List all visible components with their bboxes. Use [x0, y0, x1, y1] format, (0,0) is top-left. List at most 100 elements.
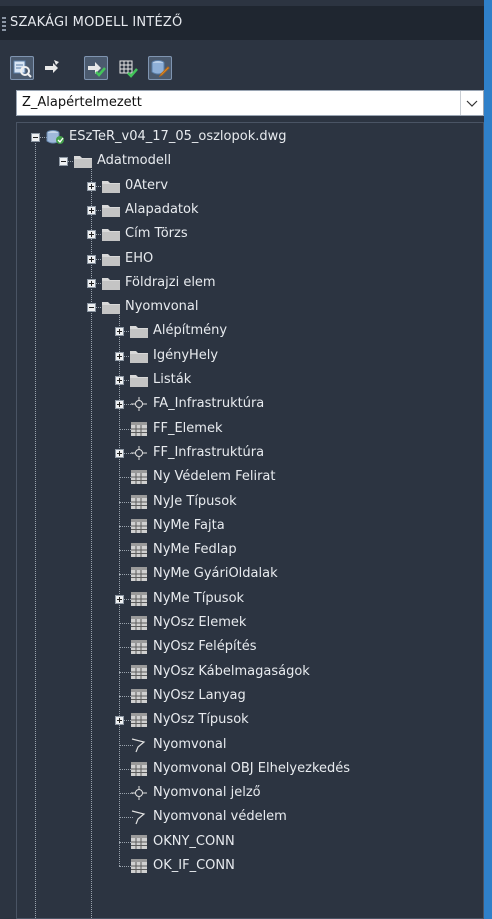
expand-icon[interactable]	[115, 594, 124, 604]
tree-node[interactable]: NyMe Fedlap	[17, 538, 477, 562]
tree-node-label[interactable]: FF_Infrastruktúra	[153, 445, 264, 460]
tree-node-label[interactable]: NyMe GyáriOldalak	[153, 566, 278, 581]
tree-node-label[interactable]: Alépítmény	[153, 323, 227, 338]
tree-node-label[interactable]: NyOsz Típusok	[153, 712, 249, 727]
collapse-icon[interactable]	[59, 157, 68, 167]
tree-node[interactable]: Nyomvonal	[17, 733, 477, 757]
dwg-database-icon	[45, 129, 65, 149]
tree-node-label[interactable]: Nyomvonal védelem	[153, 809, 287, 824]
tree-node-label[interactable]: NyOsz Felépítés	[153, 639, 257, 654]
search-database-icon	[13, 60, 32, 78]
chevron-down-icon[interactable]	[460, 91, 483, 115]
tree-node[interactable]: Adatmodell	[17, 149, 477, 173]
expand-icon[interactable]	[87, 205, 96, 215]
tree-node[interactable]: Alapadatok	[17, 198, 477, 222]
tree-node-label[interactable]: Nyomvonal	[125, 299, 199, 314]
tree-node-label[interactable]: ESzTeR_v04_17_05_oszlopok.dwg	[69, 129, 287, 144]
tree-node[interactable]: Listák	[17, 368, 477, 392]
expand-icon[interactable]	[87, 278, 96, 288]
tree-node-label[interactable]: Ny Védelem Felirat	[153, 469, 275, 484]
tree-node[interactable]: ESzTeR_v04_17_05_oszlopok.dwg	[17, 125, 477, 149]
check-arrows-icon	[88, 62, 106, 77]
tree-node-label[interactable]: FA_Infrastruktúra	[153, 396, 264, 411]
table-icon	[129, 591, 149, 611]
panel-titlebar[interactable]: SZAKÁGI MODELL INTÉZŐ	[0, 6, 484, 40]
grip-handle[interactable]	[2, 17, 6, 31]
tree-node-label[interactable]: Nyomvonal jelző	[153, 785, 261, 800]
arrows-button[interactable]	[40, 56, 64, 80]
tree-node-label[interactable]: NyMe Fedlap	[153, 542, 237, 557]
tree-node[interactable]: Alépítmény	[17, 319, 477, 343]
table-icon	[129, 858, 149, 878]
tree-node-label[interactable]: NyOsz Lanyag	[153, 688, 246, 703]
folder-icon	[101, 178, 121, 198]
tree-node[interactable]: NyMe GyáriOldalak	[17, 562, 477, 586]
expand-icon[interactable]	[87, 230, 96, 240]
tree-node[interactable]: NyOsz Típusok	[17, 708, 477, 732]
tree-node-label[interactable]: Adatmodell	[97, 153, 171, 168]
expand-icon[interactable]	[115, 448, 124, 458]
tree-node-label[interactable]: OK_IF_CONN	[153, 858, 235, 873]
tree-node-label[interactable]: Cím Törzs	[125, 226, 188, 241]
expand-icon[interactable]	[115, 400, 124, 410]
expand-icon[interactable]	[115, 376, 124, 385]
tree-node[interactable]: Nyomvonal jelző	[17, 781, 477, 805]
database-edit-button[interactable]	[148, 56, 172, 80]
tree-node[interactable]: Cím Törzs	[17, 222, 477, 246]
tree-node-label[interactable]: NyMe Típusok	[153, 591, 244, 606]
table-icon	[129, 664, 149, 684]
tree-node-label[interactable]: Listák	[153, 372, 191, 387]
expand-icon[interactable]	[115, 716, 124, 726]
tree-node[interactable]: OKNY_CONN	[17, 830, 477, 854]
tree-node[interactable]: EHO	[17, 247, 477, 271]
tree-node[interactable]: Nyomvonal védelem	[17, 805, 477, 829]
tree-node[interactable]: NyMe Fajta	[17, 514, 477, 538]
tree-node-label[interactable]: Alapadatok	[125, 202, 199, 217]
configuration-select[interactable]: Z_Alapértelmezett	[16, 90, 484, 116]
expand-icon[interactable]	[115, 327, 124, 337]
table-icon	[129, 518, 149, 538]
tree-node[interactable]: NyOsz Kábelmagaságok	[17, 660, 477, 684]
collapse-icon[interactable]	[31, 133, 40, 142]
tree-node[interactable]: Ny Védelem Felirat	[17, 465, 477, 489]
model-tree[interactable]: ESzTeR_v04_17_05_oszlopok.dwg Adatmodell 0…	[16, 122, 484, 919]
collapse-icon[interactable]	[87, 303, 96, 313]
tree-node[interactable]: NyMe Típusok	[17, 587, 477, 611]
tree-node-label[interactable]: Földrajzi elem	[125, 275, 216, 290]
grid-check-button[interactable]	[116, 56, 140, 80]
tree-node[interactable]: NyOsz Lanyag	[17, 684, 477, 708]
check-arrows-button[interactable]	[84, 56, 108, 80]
table-icon	[129, 761, 149, 781]
arrows-icon	[45, 60, 59, 73]
window-edge	[484, 0, 492, 919]
tree-node[interactable]: Nyomvonal	[17, 295, 477, 319]
tree-node-label[interactable]: NyOsz Elemek	[153, 615, 246, 630]
expand-icon[interactable]	[87, 181, 96, 191]
folder-icon	[101, 299, 121, 319]
tree-node-label[interactable]: Nyomvonal OBJ Elhelyezkedés	[153, 761, 350, 776]
tree-node[interactable]: Nyomvonal OBJ Elhelyezkedés	[17, 757, 477, 781]
expand-icon[interactable]	[115, 351, 124, 361]
tree-node-label[interactable]: NyMe Fajta	[153, 518, 225, 533]
tree-node[interactable]: FF_Elemek	[17, 417, 477, 441]
tree-node[interactable]: FF_Infrastruktúra	[17, 441, 477, 465]
tree-node-label[interactable]: NyOsz Kábelmagaságok	[153, 664, 310, 679]
search-database-button[interactable]	[10, 56, 34, 80]
tree-node[interactable]: NyOsz Felépítés	[17, 635, 477, 659]
tree-node-label[interactable]: FF_Elemek	[153, 421, 222, 436]
panel-title: SZAKÁGI MODELL INTÉZŐ	[10, 15, 183, 30]
tree-node[interactable]: Földrajzi elem	[17, 271, 477, 295]
tree-node[interactable]: 0Aterv	[17, 174, 477, 198]
tree-node-label[interactable]: NyJe Típusok	[153, 494, 237, 509]
tree-node[interactable]: IgényHely	[17, 344, 477, 368]
expand-icon[interactable]	[87, 254, 96, 264]
tree-node[interactable]: OK_IF_CONN	[17, 854, 477, 878]
tree-node-label[interactable]: Nyomvonal	[153, 737, 227, 752]
tree-node-label[interactable]: IgényHely	[153, 348, 218, 363]
tree-node-label[interactable]: 0Aterv	[125, 178, 168, 193]
tree-node[interactable]: NyOsz Elemek	[17, 611, 477, 635]
tree-node[interactable]: FA_Infrastruktúra	[17, 392, 477, 416]
tree-node-label[interactable]: OKNY_CONN	[153, 834, 235, 849]
tree-node[interactable]: NyJe Típusok	[17, 490, 477, 514]
tree-node-label[interactable]: EHO	[125, 251, 153, 266]
